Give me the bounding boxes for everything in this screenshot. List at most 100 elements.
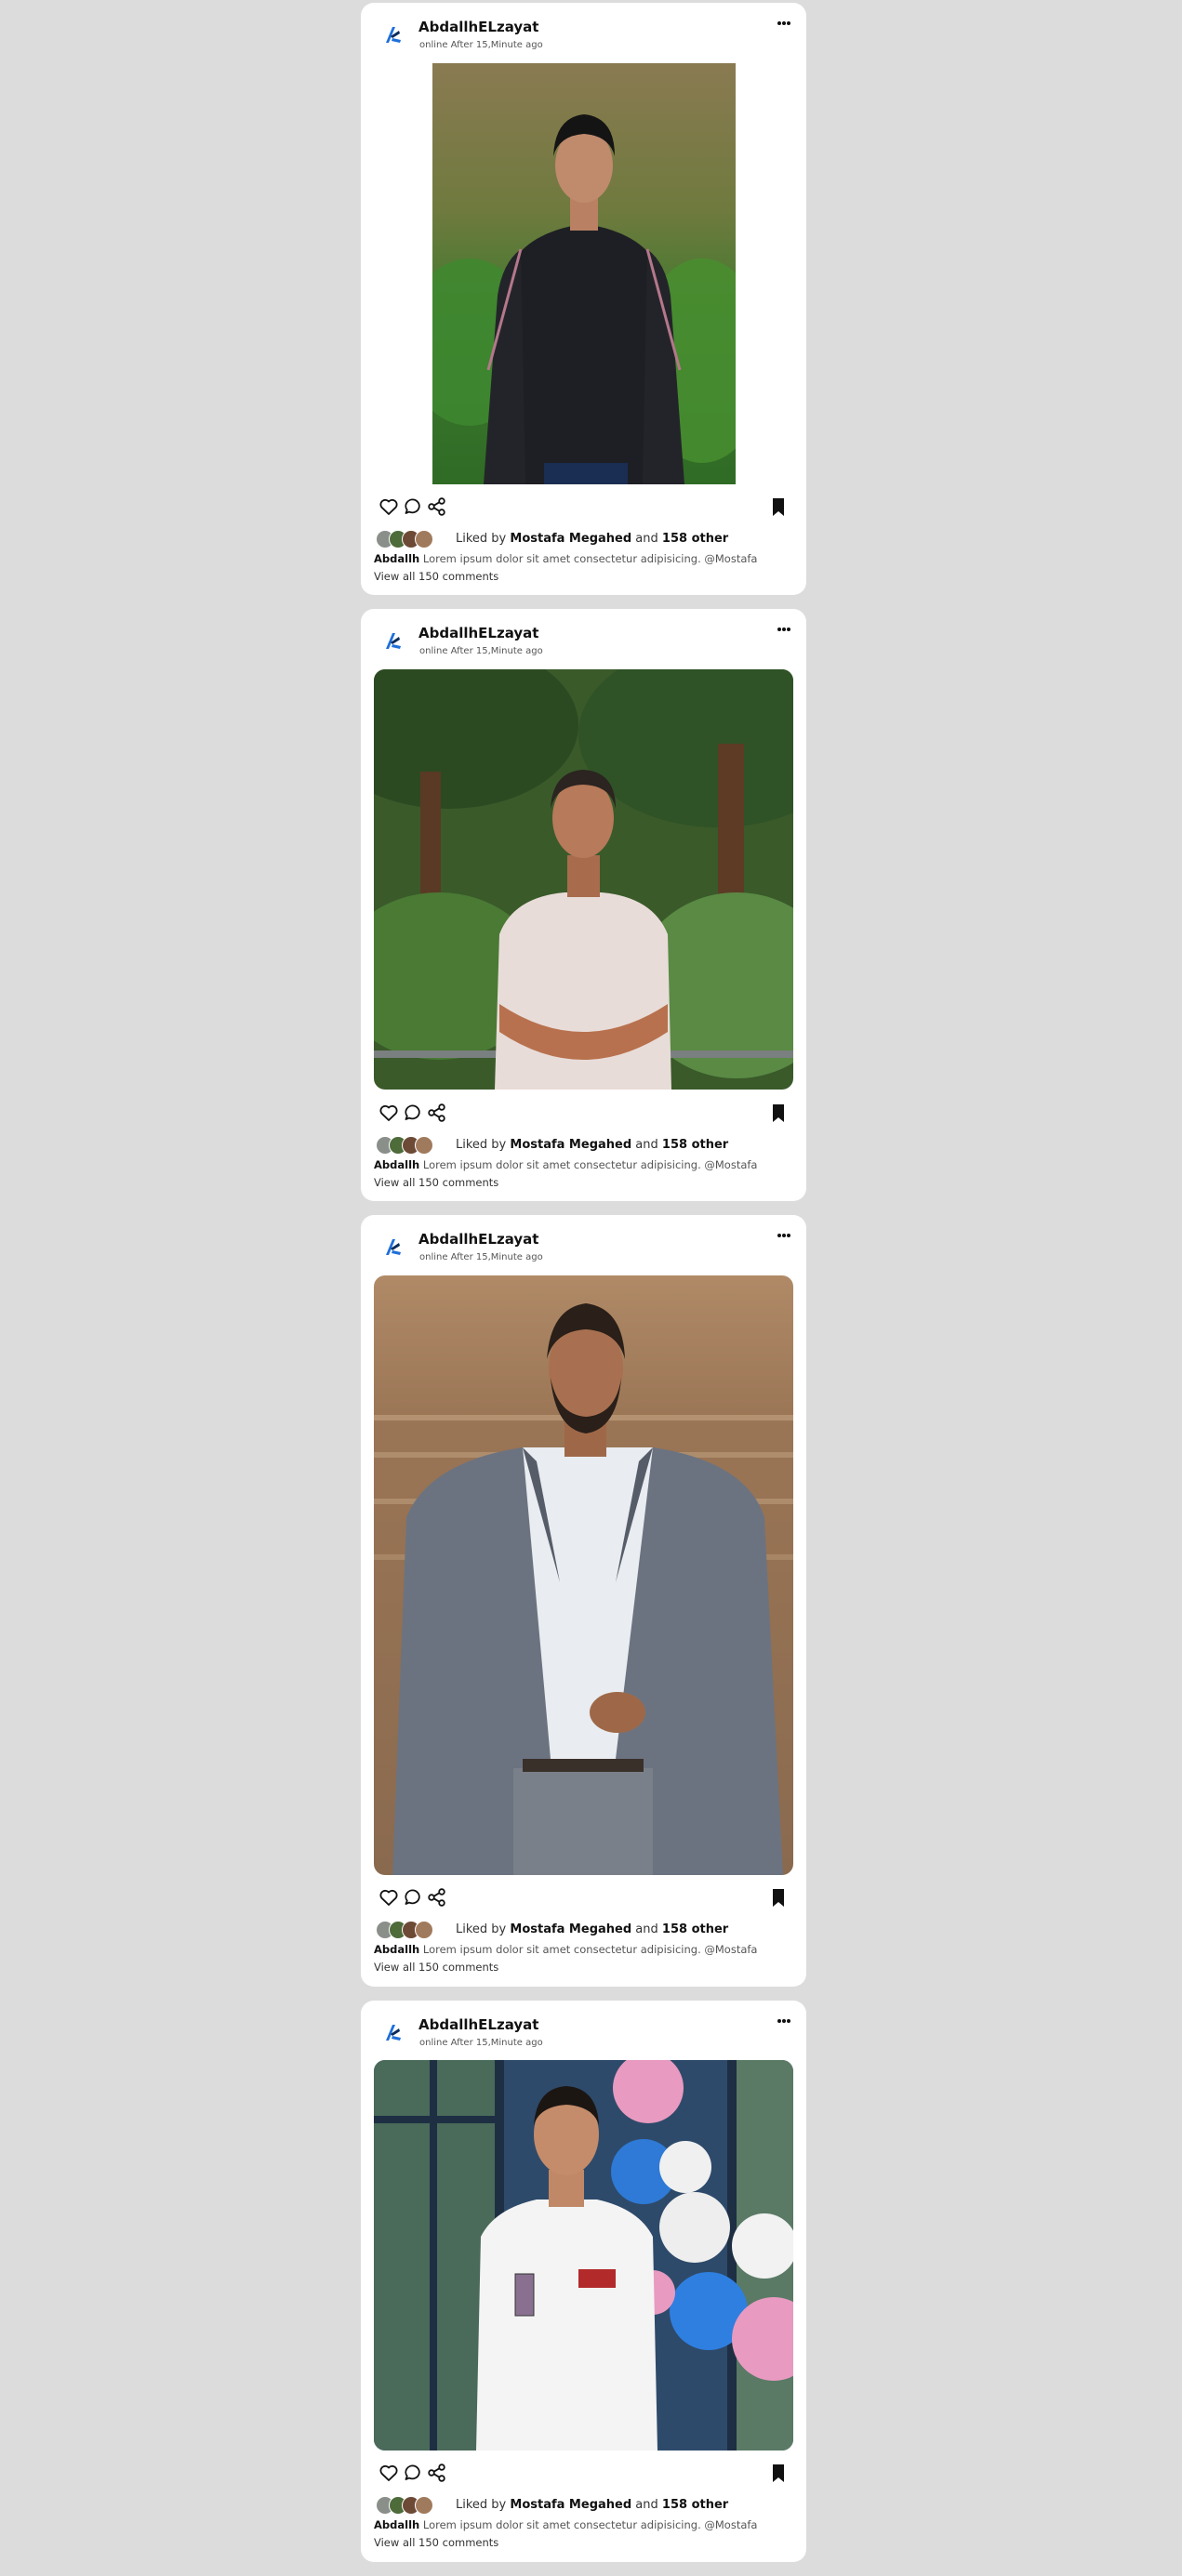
caption-text: Lorem ipsum dolor sit amet consectetur a… [422,1943,758,1956]
author-status: online After 15,Minute ago [419,40,543,50]
more-options-button[interactable] [773,16,795,31]
save-button[interactable] [767,2462,790,2484]
caption-username[interactable]: Abdallh [374,2518,419,2531]
author-name[interactable]: AbdallhELzayat [418,19,538,35]
liked-user-link[interactable]: Mostafa Megahed [510,1922,631,1936]
more-options-button[interactable] [773,1228,795,1243]
save-button[interactable] [767,495,790,518]
liked-count-link[interactable]: 158 other [662,2498,728,2512]
post-photo-image [432,63,736,484]
liked-user-link[interactable]: Mostafa Megahed [510,532,631,546]
liked-prefix: Liked by [456,2498,507,2512]
liker-avatars[interactable] [376,1135,450,1156]
liked-prefix: Liked by [456,1922,507,1936]
more-horizontal-icon [777,1234,790,1237]
comment-button[interactable] [403,495,425,518]
post-caption: Abdallh Lorem ipsum dolor sit amet conse… [374,2518,757,2531]
share-icon [428,2464,445,2482]
comment-button[interactable] [403,1102,425,1124]
liked-by-text: Liked by Mostafa Megahed and 158 other [456,1922,728,1936]
likes-summary: Liked by Mostafa Megahed and 158 other [376,2495,785,2516]
liked-user-link[interactable]: Mostafa Megahed [510,1138,631,1152]
liker-avatars[interactable] [376,1920,450,1940]
post-actions [378,495,790,520]
share-icon [428,1888,445,1907]
like-button[interactable] [378,1102,400,1124]
like-button[interactable] [378,495,400,518]
caption-text: Lorem ipsum dolor sit amet consectetur a… [422,1158,758,1171]
more-options-button[interactable] [773,622,795,637]
share-button[interactable] [426,1102,448,1124]
caption-text: Lorem ipsum dolor sit amet consectetur a… [422,2518,758,2531]
author-avatar[interactable] [378,2017,407,2047]
share-button[interactable] [426,1886,448,1909]
more-horizontal-icon [777,21,790,25]
comment-button[interactable] [403,1886,425,1909]
caption-username[interactable]: Abdallh [374,552,419,565]
author-name[interactable]: AbdallhELzayat [418,1231,538,1248]
post-header: AbdallhELzayat online After 15,Minute ag… [361,3,806,60]
author-avatar[interactable] [378,20,407,49]
post-photo[interactable] [432,63,736,484]
comment-icon [405,1104,420,1120]
like-button[interactable] [378,2462,400,2484]
more-horizontal-icon [777,627,790,631]
liked-by-text: Liked by Mostafa Megahed and 158 other [456,532,728,546]
author-name[interactable]: AbdallhELzayat [418,625,538,641]
post-card: AbdallhELzayat online After 15,Minute ag… [361,2001,806,2562]
share-icon [428,1103,445,1122]
post-photo[interactable] [374,1275,793,1875]
liker-avatars[interactable] [376,2495,450,2516]
liker-avatars[interactable] [376,529,450,549]
author-status: online After 15,Minute ago [419,1252,543,1262]
heart-icon [379,1890,398,1906]
liked-count-link[interactable]: 158 other [662,1138,728,1152]
heart-icon [379,1105,398,1121]
more-options-button[interactable] [773,2014,795,2028]
likes-summary: Liked by Mostafa Megahed and 158 other [376,529,785,549]
view-comments-link[interactable]: View all 150 comments [374,1961,498,1974]
post-photo[interactable] [374,2060,793,2451]
like-button[interactable] [378,1886,400,1909]
view-comments-link[interactable]: View all 150 comments [374,570,498,583]
caption-username[interactable]: Abdallh [374,1943,419,1956]
liked-count-link[interactable]: 158 other [662,1922,728,1936]
post-photo[interactable] [374,669,793,1090]
heart-icon [379,499,398,515]
likes-summary: Liked by Mostafa Megahed and 158 other [376,1920,785,1940]
liker-avatar [415,2496,433,2515]
liked-count-link[interactable]: 158 other [662,532,728,546]
caption-username[interactable]: Abdallh [374,1158,419,1171]
save-button[interactable] [767,1102,790,1124]
post-header: AbdallhELzayat online After 15,Minute ag… [361,2001,806,2058]
comment-icon [405,1889,420,1905]
caption-text: Lorem ipsum dolor sit amet consectetur a… [422,552,758,565]
share-button[interactable] [426,2462,448,2484]
comment-button[interactable] [403,2462,425,2484]
author-name[interactable]: AbdallhELzayat [418,2016,538,2033]
save-button[interactable] [767,1886,790,1909]
post-actions [378,1102,790,1126]
brand-logo-icon [386,633,401,649]
share-button[interactable] [426,495,448,518]
post-card: AbdallhELzayat online After 15,Minute ag… [361,3,806,595]
post-card: AbdallhELzayat online After 15,Minute ag… [361,1215,806,1987]
bookmark-icon [773,2464,784,2482]
liker-avatar [415,1921,433,1939]
author-avatar[interactable] [378,626,407,655]
more-horizontal-icon [777,2019,790,2023]
liker-avatar [415,1136,433,1155]
comment-icon [405,498,420,514]
post-header: AbdallhELzayat online After 15,Minute ag… [361,609,806,667]
brand-logo-icon [386,27,401,43]
liker-avatar [415,530,433,548]
post-photo-image [374,1275,793,1875]
liked-by-text: Liked by Mostafa Megahed and 158 other [456,2498,728,2512]
post-header: AbdallhELzayat online After 15,Minute ag… [361,1215,806,1273]
view-comments-link[interactable]: View all 150 comments [374,1176,498,1189]
liked-user-link[interactable]: Mostafa Megahed [510,2498,631,2512]
view-comments-link[interactable]: View all 150 comments [374,2536,498,2549]
heart-icon [379,2465,398,2481]
author-avatar[interactable] [378,1232,407,1262]
likes-summary: Liked by Mostafa Megahed and 158 other [376,1135,785,1156]
